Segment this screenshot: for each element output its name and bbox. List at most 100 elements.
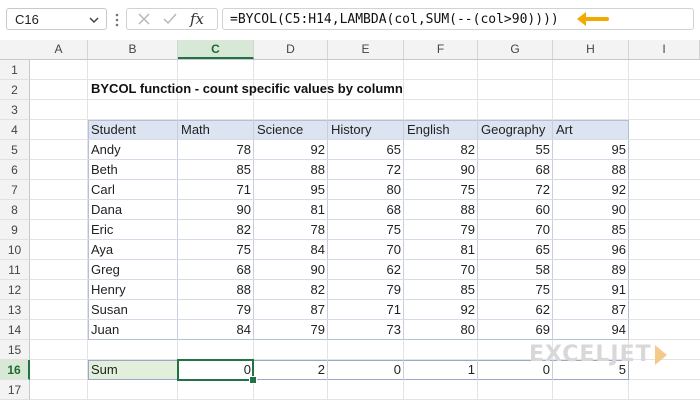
score-cell[interactable]: 82 bbox=[404, 140, 478, 160]
row-header-9[interactable]: 9 bbox=[0, 220, 30, 240]
score-cell[interactable]: 92 bbox=[553, 180, 629, 200]
student-name-cell[interactable]: Juan bbox=[88, 320, 178, 340]
score-cell[interactable]: 68 bbox=[328, 200, 404, 220]
score-cell[interactable]: 84 bbox=[254, 240, 328, 260]
student-name-cell[interactable]: Aya bbox=[88, 240, 178, 260]
student-name-cell[interactable]: Eric bbox=[88, 220, 178, 240]
score-cell[interactable]: 65 bbox=[328, 140, 404, 160]
sum-value-cell[interactable]: 2 bbox=[254, 360, 328, 380]
score-cell[interactable]: 73 bbox=[328, 320, 404, 340]
column-header-e[interactable]: E bbox=[328, 40, 404, 59]
score-cell[interactable]: 85 bbox=[178, 160, 254, 180]
student-name-cell[interactable]: Carl bbox=[88, 180, 178, 200]
student-name-cell[interactable]: Greg bbox=[88, 260, 178, 280]
score-cell[interactable]: 69 bbox=[478, 320, 553, 340]
score-cell[interactable]: 79 bbox=[254, 320, 328, 340]
score-cell[interactable]: 84 bbox=[178, 320, 254, 340]
score-cell[interactable]: 55 bbox=[478, 140, 553, 160]
score-cell[interactable]: 95 bbox=[254, 180, 328, 200]
score-cell[interactable]: 65 bbox=[478, 240, 553, 260]
table-header-cell[interactable]: History bbox=[328, 120, 404, 140]
score-cell[interactable]: 68 bbox=[178, 260, 254, 280]
score-cell[interactable]: 68 bbox=[478, 160, 553, 180]
column-header-g[interactable]: G bbox=[478, 40, 553, 59]
student-name-cell[interactable]: Henry bbox=[88, 280, 178, 300]
score-cell[interactable]: 80 bbox=[404, 320, 478, 340]
row-header-17[interactable]: 17 bbox=[0, 380, 30, 400]
sum-label-cell[interactable]: Sum bbox=[88, 360, 178, 380]
score-cell[interactable]: 94 bbox=[553, 320, 629, 340]
student-name-cell[interactable]: Beth bbox=[88, 160, 178, 180]
score-cell[interactable]: 82 bbox=[254, 280, 328, 300]
score-cell[interactable]: 58 bbox=[478, 260, 553, 280]
column-header-d[interactable]: D bbox=[254, 40, 328, 59]
row-header-5[interactable]: 5 bbox=[0, 140, 30, 160]
column-header-a[interactable]: A bbox=[30, 40, 88, 59]
score-cell[interactable]: 88 bbox=[404, 200, 478, 220]
cancel-x-icon[interactable] bbox=[137, 12, 151, 26]
score-cell[interactable]: 72 bbox=[478, 180, 553, 200]
score-cell[interactable]: 60 bbox=[478, 200, 553, 220]
score-cell[interactable]: 70 bbox=[328, 240, 404, 260]
table-header-cell[interactable]: Math bbox=[178, 120, 254, 140]
row-header-15[interactable]: 15 bbox=[0, 340, 30, 360]
score-cell[interactable]: 70 bbox=[404, 260, 478, 280]
score-cell[interactable]: 90 bbox=[404, 160, 478, 180]
score-cell[interactable]: 79 bbox=[328, 280, 404, 300]
chevron-down-icon[interactable] bbox=[88, 14, 100, 26]
score-cell[interactable]: 79 bbox=[178, 300, 254, 320]
score-cell[interactable]: 88 bbox=[178, 280, 254, 300]
enter-check-icon[interactable] bbox=[163, 12, 177, 26]
sum-value-cell[interactable]: 1 bbox=[404, 360, 478, 380]
formula-input[interactable]: =BYCOL(C5:H14,LAMBDA(col,SUM(--(col>90))… bbox=[222, 8, 694, 30]
score-cell[interactable]: 89 bbox=[553, 260, 629, 280]
score-cell[interactable]: 75 bbox=[178, 240, 254, 260]
row-header-13[interactable]: 13 bbox=[0, 300, 30, 320]
row-header-12[interactable]: 12 bbox=[0, 280, 30, 300]
score-cell[interactable]: 70 bbox=[478, 220, 553, 240]
score-cell[interactable]: 87 bbox=[254, 300, 328, 320]
table-header-cell[interactable]: Student bbox=[88, 120, 178, 140]
score-cell[interactable]: 82 bbox=[178, 220, 254, 240]
score-cell[interactable]: 78 bbox=[254, 220, 328, 240]
score-cell[interactable]: 85 bbox=[553, 220, 629, 240]
score-cell[interactable]: 81 bbox=[404, 240, 478, 260]
score-cell[interactable]: 95 bbox=[553, 140, 629, 160]
sum-value-cell[interactable]: 0 bbox=[328, 360, 404, 380]
score-cell[interactable]: 62 bbox=[478, 300, 553, 320]
name-box[interactable]: C16 bbox=[6, 8, 107, 30]
table-header-cell[interactable]: Science bbox=[254, 120, 328, 140]
table-header-cell[interactable]: Art bbox=[553, 120, 629, 140]
score-cell[interactable]: 88 bbox=[254, 160, 328, 180]
score-cell[interactable]: 90 bbox=[254, 260, 328, 280]
row-header-3[interactable]: 3 bbox=[0, 100, 30, 120]
score-cell[interactable]: 85 bbox=[404, 280, 478, 300]
row-header-10[interactable]: 10 bbox=[0, 240, 30, 260]
student-name-cell[interactable]: Susan bbox=[88, 300, 178, 320]
score-cell[interactable]: 75 bbox=[478, 280, 553, 300]
score-cell[interactable]: 81 bbox=[254, 200, 328, 220]
row-header-1[interactable]: 1 bbox=[0, 60, 30, 80]
score-cell[interactable]: 79 bbox=[404, 220, 478, 240]
score-cell[interactable]: 90 bbox=[178, 200, 254, 220]
column-header-h[interactable]: H bbox=[553, 40, 629, 59]
column-header-i[interactable]: I bbox=[629, 40, 700, 59]
row-header-14[interactable]: 14 bbox=[0, 320, 30, 340]
score-cell[interactable]: 75 bbox=[404, 180, 478, 200]
score-cell[interactable]: 71 bbox=[178, 180, 254, 200]
table-header-cell[interactable]: English bbox=[404, 120, 478, 140]
column-header-b[interactable]: B bbox=[88, 40, 178, 59]
fill-handle[interactable] bbox=[249, 376, 257, 384]
score-cell[interactable]: 78 bbox=[178, 140, 254, 160]
score-cell[interactable]: 91 bbox=[553, 280, 629, 300]
more-options-icon[interactable] bbox=[114, 12, 120, 28]
score-cell[interactable]: 75 bbox=[328, 220, 404, 240]
table-header-cell[interactable]: Geography bbox=[478, 120, 553, 140]
row-header-8[interactable]: 8 bbox=[0, 200, 30, 220]
row-header-6[interactable]: 6 bbox=[0, 160, 30, 180]
row-header-2[interactable]: 2 bbox=[0, 80, 30, 100]
score-cell[interactable]: 71 bbox=[328, 300, 404, 320]
score-cell[interactable]: 90 bbox=[553, 200, 629, 220]
score-cell[interactable]: 80 bbox=[328, 180, 404, 200]
fx-icon[interactable]: fx bbox=[190, 10, 204, 28]
